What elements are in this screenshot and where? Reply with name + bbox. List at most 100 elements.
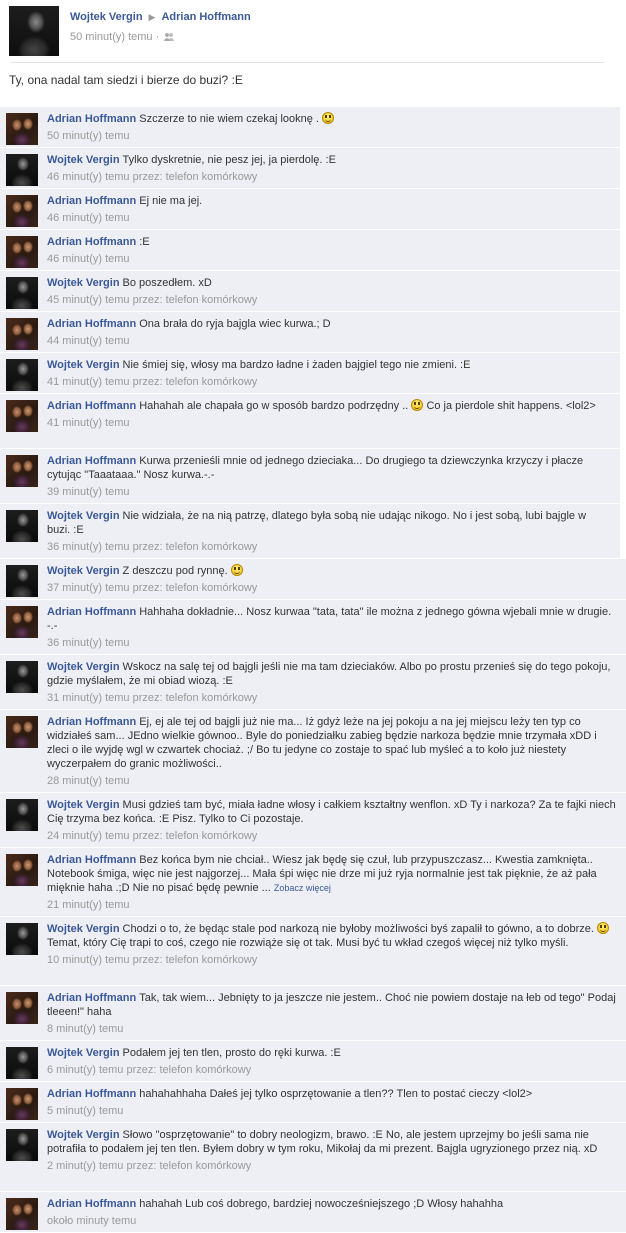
comment-avatar[interactable] xyxy=(6,716,38,748)
comment-avatar[interactable] xyxy=(6,359,38,391)
comment-avatar[interactable] xyxy=(6,799,38,831)
comment-via: przez: telefon komórkowy xyxy=(129,294,258,306)
comment-via: przez: telefon komórkowy xyxy=(129,541,258,553)
comment-timestamp[interactable]: 24 minut(y) temu xyxy=(47,830,130,842)
comment-avatar[interactable] xyxy=(6,661,38,693)
comment-body: Adrian Hoffmann:E 46 minut(y) temu xyxy=(47,235,610,266)
comment-author-link[interactable]: Wojtek Vergin xyxy=(47,661,120,673)
comment-author-link[interactable]: Adrian Hoffmann xyxy=(47,318,136,330)
comment-author-link[interactable]: Adrian Hoffmann xyxy=(47,400,136,412)
comment-avatar[interactable] xyxy=(6,854,38,886)
comment-timestamp[interactable]: 41 minut(y) temu xyxy=(47,417,130,429)
comment-timestamp[interactable]: 6 minut(y) temu xyxy=(47,1064,123,1076)
comment-avatar[interactable] xyxy=(6,236,38,268)
comment-body: Wojtek Vergin Nie śmiej się, włosy ma bar… xyxy=(47,358,610,389)
comment-author-link[interactable]: Wojtek Vergin xyxy=(47,799,120,811)
comment-timestamp[interactable]: 45 minut(y) temu xyxy=(47,294,130,306)
comment-meta: 2 minut(y) temu przez: telefon komórkowy xyxy=(47,1159,616,1173)
comment-timestamp[interactable]: 36 minut(y) temu xyxy=(47,541,130,553)
comment-text: :E xyxy=(139,236,150,248)
comment-author-link[interactable]: Adrian Hoffmann xyxy=(47,236,136,248)
comment-avatar[interactable] xyxy=(6,510,38,542)
comment-meta: 50 minut(y) temu xyxy=(47,129,610,143)
comment-body: Wojtek Vergin Podałem jej ten tlen, prost… xyxy=(47,1046,616,1077)
post-meta: 50 minut(y) temu · xyxy=(70,31,175,43)
comment-via: przez: telefon komórkowy xyxy=(129,582,258,594)
author-avatar[interactable] xyxy=(9,6,59,56)
comment-timestamp[interactable]: 39 minut(y) temu xyxy=(47,486,130,498)
see-more-link[interactable]: Zobacz więcej xyxy=(274,883,331,893)
comment-author-link[interactable]: Adrian Hoffmann xyxy=(47,113,136,125)
post-timestamp[interactable]: 50 minut(y) temu xyxy=(70,31,153,43)
comment-avatar[interactable] xyxy=(6,565,38,597)
comment-avatar[interactable] xyxy=(6,1198,38,1230)
comment-text: Wskocz na salę tej od bajgli jeśli nie m… xyxy=(47,661,611,687)
comment-item: Wojtek Vergin Wskocz na salę tej od bajgl… xyxy=(0,655,626,710)
comment-timestamp[interactable]: 41 minut(y) temu xyxy=(47,376,130,388)
comment-meta: 45 minut(y) temu przez: telefon komórkow… xyxy=(47,293,610,307)
comment-author-link[interactable]: Adrian Hoffmann xyxy=(47,854,136,866)
comment-timestamp[interactable]: 46 minut(y) temu xyxy=(47,212,130,224)
comment-timestamp[interactable]: 50 minut(y) temu xyxy=(47,130,130,142)
comment-body: Adrian Hoffmann Szczerze to nie wiem czek… xyxy=(47,112,610,143)
comment-author-link[interactable]: Wojtek Vergin xyxy=(47,359,120,371)
smiley-emoticon-icon xyxy=(322,112,335,124)
comment-body: Adrian Hoffmann Ona brała do ryja bajgla … xyxy=(47,317,610,348)
comment-timestamp[interactable]: 36 minut(y) temu xyxy=(47,637,130,649)
comment-timestamp[interactable]: 37 minut(y) temu xyxy=(47,582,130,594)
comment-via: przez: telefon komórkowy xyxy=(129,376,258,388)
post-header: Wojtek Vergin ▶ Adrian Hoffmann 50 minut(y… xyxy=(0,0,626,56)
comment-avatar[interactable] xyxy=(6,606,38,638)
comment-timestamp[interactable]: 28 minut(y) temu xyxy=(47,775,130,787)
comment-author-link[interactable]: Wojtek Vergin xyxy=(47,277,120,289)
comment-avatar[interactable] xyxy=(6,455,38,487)
comment-meta: 46 minut(y) temu xyxy=(47,211,610,225)
comment-author-link[interactable]: Adrian Hoffmann xyxy=(47,606,136,618)
comment-author-link[interactable]: Adrian Hoffmann xyxy=(47,992,136,1004)
comment-timestamp[interactable]: 5 minut(y) temu xyxy=(47,1105,123,1117)
post-author-link[interactable]: Wojtek Vergin xyxy=(70,11,143,23)
comment-avatar[interactable] xyxy=(6,195,38,227)
comment-author-link[interactable]: Adrian Hoffmann xyxy=(47,455,136,467)
comment-author-link[interactable]: Adrian Hoffmann xyxy=(47,1088,136,1100)
comment-timestamp[interactable]: 10 minut(y) temu xyxy=(47,954,130,966)
comment-author-link[interactable]: Wojtek Vergin xyxy=(47,510,120,522)
comment-author-link[interactable]: Wojtek Vergin xyxy=(47,1047,120,1059)
comment-author-link[interactable]: Adrian Hoffmann xyxy=(47,195,136,207)
divider xyxy=(10,62,604,63)
comment-avatar[interactable] xyxy=(6,1088,38,1120)
comment-timestamp[interactable]: 8 minut(y) temu xyxy=(47,1023,123,1035)
comment-avatar[interactable] xyxy=(6,1047,38,1079)
comment-avatar[interactable] xyxy=(6,277,38,309)
comment-avatar[interactable] xyxy=(6,113,38,145)
comment-timestamp[interactable]: 44 minut(y) temu xyxy=(47,335,130,347)
comment-avatar[interactable] xyxy=(6,1129,38,1161)
friends-audience-icon[interactable] xyxy=(164,33,175,41)
comment-author-link[interactable]: Adrian Hoffmann xyxy=(47,716,136,728)
comment-avatar[interactable] xyxy=(6,923,38,955)
comment-meta: 8 minut(y) temu xyxy=(47,1022,616,1036)
comment-timestamp[interactable]: 2 minut(y) temu xyxy=(47,1160,123,1172)
comment-text: Ej nie ma jej. xyxy=(139,195,203,207)
comment-meta: 31 minut(y) temu przez: telefon komórkow… xyxy=(47,691,616,705)
comment-body: Wojtek Vergin Nie widziała, że na nią pat… xyxy=(47,509,610,554)
comment-timestamp[interactable]: około minuty temu xyxy=(47,1215,136,1227)
comment-author-link[interactable]: Wojtek Vergin xyxy=(47,154,120,166)
comment-author-link[interactable]: Wojtek Vergin xyxy=(47,923,120,935)
comment-text: hahahahhaha Dałeś jej tylko osprzętowani… xyxy=(139,1088,533,1100)
comment-author-link[interactable]: Adrian Hoffmann xyxy=(47,1198,136,1210)
comment-item: Adrian Hoffmann hahahahhaha Dałeś jej tyl… xyxy=(0,1082,626,1123)
comment-avatar[interactable] xyxy=(6,992,38,1024)
comment-via: przez: telefon komórkowy xyxy=(129,830,258,842)
comment-timestamp[interactable]: 46 minut(y) temu xyxy=(47,253,130,265)
post-target-link[interactable]: Adrian Hoffmann xyxy=(161,11,250,23)
comment-timestamp[interactable]: 31 minut(y) temu xyxy=(47,692,130,704)
comment-avatar[interactable] xyxy=(6,400,38,432)
comment-avatar[interactable] xyxy=(6,154,38,186)
comment-author-link[interactable]: Wojtek Vergin xyxy=(47,1129,120,1141)
comment-author-link[interactable]: Wojtek Vergin xyxy=(47,565,120,577)
comment-via: przez: telefon komórkowy xyxy=(129,954,258,966)
comment-timestamp[interactable]: 46 minut(y) temu xyxy=(47,171,130,183)
comment-timestamp[interactable]: 21 minut(y) temu xyxy=(47,899,130,911)
comment-avatar[interactable] xyxy=(6,318,38,350)
